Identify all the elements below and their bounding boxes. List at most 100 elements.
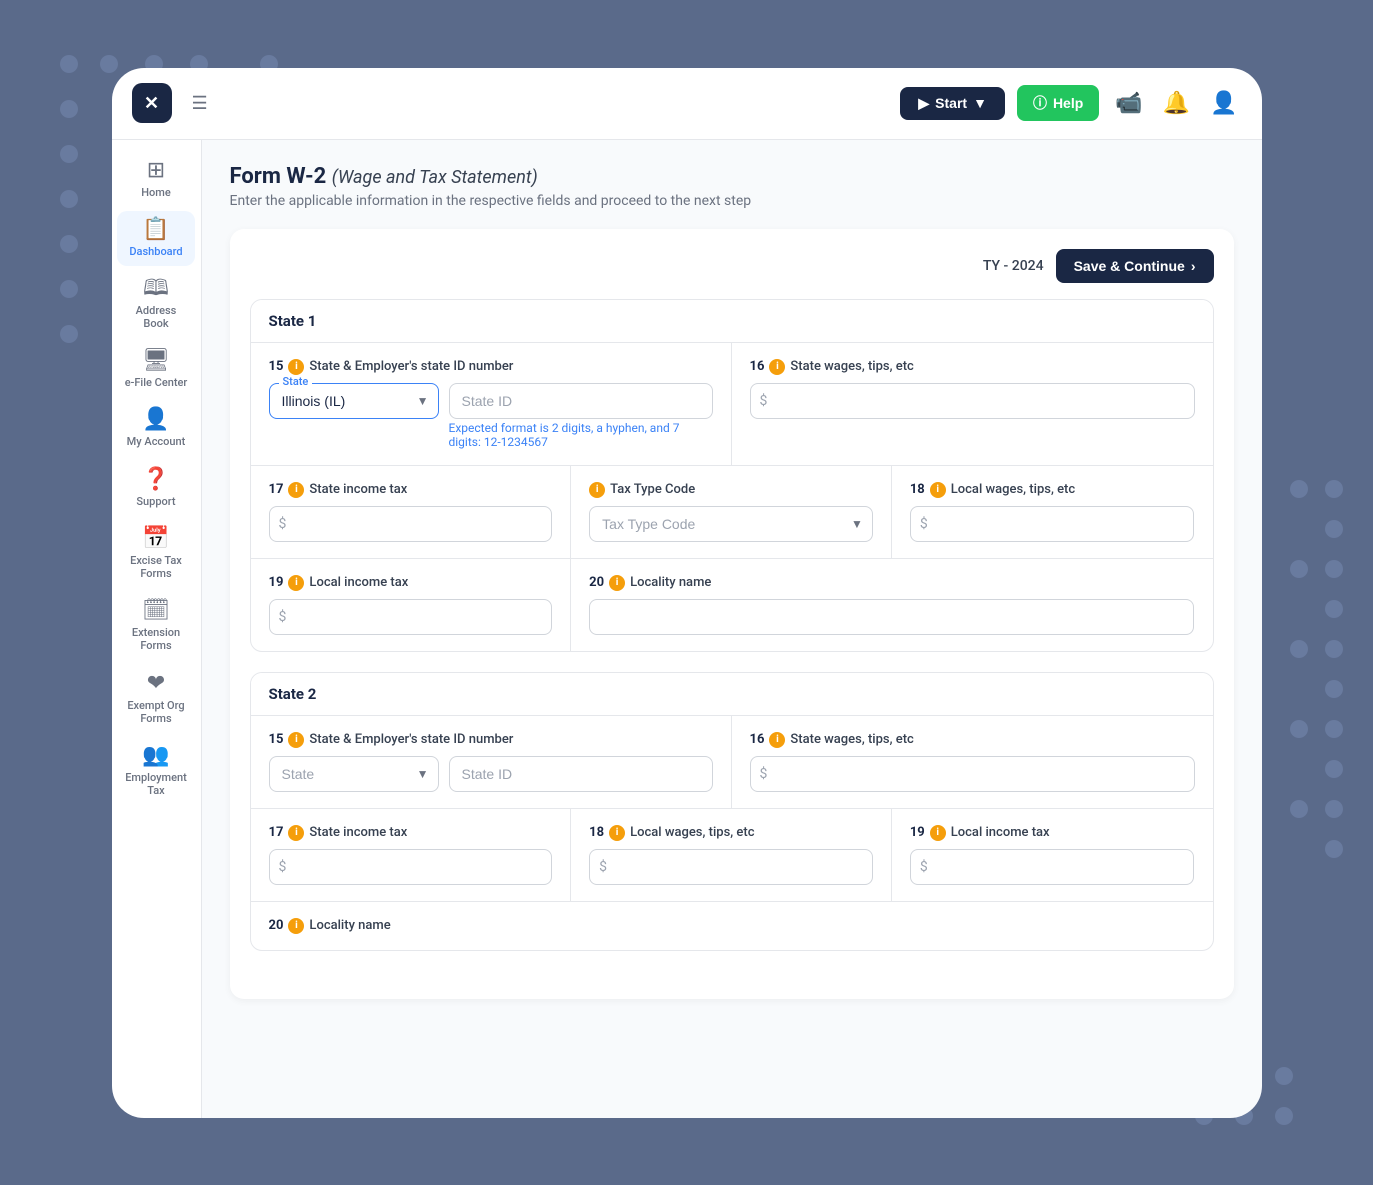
sidebar-item-home[interactable]: ⊞ Home bbox=[117, 152, 195, 207]
start-button[interactable]: ▶ Start ▼ bbox=[900, 87, 1005, 120]
save-continue-button[interactable]: Save & Continue › bbox=[1056, 249, 1214, 283]
sidebar-item-exempt-org[interactable]: ❤ Exempt Org Forms bbox=[117, 665, 195, 733]
menu-toggle-icon[interactable]: ☰ bbox=[192, 93, 208, 114]
sidebar-item-my-account[interactable]: 👤 My Account bbox=[117, 401, 195, 456]
state2-box18-input-wrap: $ bbox=[589, 849, 873, 885]
sidebar: ⊞ Home 📋 Dashboard 🕮 Address Book 🖥 e-Fi… bbox=[112, 140, 202, 1118]
exempt-org-icon: ❤ bbox=[147, 673, 165, 695]
ty-label: TY - 2024 bbox=[983, 258, 1044, 274]
state1-state-select-wrap: State Illinois (IL) Alabama (AL) Califor… bbox=[269, 383, 439, 419]
logo[interactable]: ✕ bbox=[132, 83, 172, 123]
state1-header: State 1 bbox=[251, 300, 1213, 343]
state2-box18-input[interactable] bbox=[589, 849, 873, 885]
state1-box17-info-icon[interactable]: i bbox=[288, 482, 304, 498]
state1-tax-type: i Tax Type Code Tax Type Code Option A O… bbox=[571, 466, 892, 558]
profile-icon[interactable]: 👤 bbox=[1206, 87, 1241, 120]
state2-box17-info-icon[interactable]: i bbox=[288, 825, 304, 841]
state1-box15-label: 15 i State & Employer's state ID number bbox=[269, 359, 713, 375]
state2-section: State 2 15 i State & Employer's state ID… bbox=[250, 672, 1214, 951]
state2-box16-input-wrap: $ bbox=[750, 756, 1195, 792]
state2-box15-info-icon[interactable]: i bbox=[288, 732, 304, 748]
state1-box20-info-icon[interactable]: i bbox=[609, 575, 625, 591]
state2-box16: 16 i State wages, tips, etc $ bbox=[732, 716, 1213, 808]
state2-box19-label: 19 i Local income tax bbox=[910, 825, 1195, 841]
state1-box20-label: 20 i Locality name bbox=[589, 575, 1194, 591]
state1-tax-type-select[interactable]: Tax Type Code Option A Option B bbox=[589, 506, 873, 542]
state1-box16-input-wrap: $ bbox=[750, 383, 1195, 419]
state1-box15-info-icon[interactable]: i bbox=[288, 359, 304, 375]
video-icon[interactable]: 📹 bbox=[1111, 87, 1146, 120]
state1-hint-text: Expected format is 2 digits, a hyphen, a… bbox=[449, 421, 713, 449]
notification-icon[interactable]: 🔔 bbox=[1159, 87, 1194, 120]
state1-box18-input[interactable] bbox=[910, 506, 1195, 542]
state2-box18-info-icon[interactable]: i bbox=[609, 825, 625, 841]
state2-header: State 2 bbox=[251, 673, 1213, 716]
state2-box17: 17 i State income tax $ bbox=[251, 809, 572, 901]
extension-forms-icon: 🗓 bbox=[142, 600, 170, 622]
state1-box18-input-wrap: $ bbox=[910, 506, 1195, 542]
state2-box16-input[interactable] bbox=[750, 756, 1195, 792]
sidebar-item-efile-center[interactable]: 🖥 e-File Center bbox=[117, 342, 195, 397]
state1-box17-label: 17 i State income tax bbox=[269, 482, 553, 498]
efile-center-icon: 🖥 bbox=[142, 350, 170, 372]
state2-box16-dollar-icon: $ bbox=[760, 766, 768, 782]
state1-section: State 1 15 i State & Employer's state ID… bbox=[250, 299, 1214, 652]
state1-tax-type-info-icon[interactable]: i bbox=[589, 482, 605, 498]
state1-state-id-input[interactable] bbox=[449, 383, 713, 419]
state2-box19-dollar-icon: $ bbox=[920, 859, 928, 875]
dropdown-arrow-icon: ▼ bbox=[973, 95, 987, 111]
state1-box18-info-icon[interactable]: i bbox=[930, 482, 946, 498]
help-button[interactable]: ⓘ Help bbox=[1017, 85, 1099, 121]
page-description: Enter the applicable information in the … bbox=[230, 193, 1234, 209]
state1-box16-label: 16 i State wages, tips, etc bbox=[750, 359, 1195, 375]
state1-box16-info-icon[interactable]: i bbox=[769, 359, 785, 375]
state1-box16-input[interactable] bbox=[750, 383, 1195, 419]
state1-box18-dollar-icon: $ bbox=[920, 516, 928, 532]
state2-state-id-input[interactable] bbox=[449, 756, 713, 792]
sidebar-item-dashboard[interactable]: 📋 Dashboard bbox=[117, 211, 195, 266]
sidebar-item-extension-forms[interactable]: 🗓 Extension Forms bbox=[117, 592, 195, 660]
state1-box19-input[interactable] bbox=[269, 599, 553, 635]
sidebar-item-employment-tax[interactable]: 👥 Employment Tax bbox=[117, 737, 195, 805]
state2-box17-input[interactable] bbox=[269, 849, 553, 885]
ty-row: TY - 2024 Save & Continue › bbox=[250, 249, 1214, 283]
sidebar-item-address-book[interactable]: 🕮 Address Book bbox=[117, 270, 195, 338]
state2-box20-label: 20 i Locality name bbox=[269, 918, 1195, 934]
state1-box18-label: 18 i Local wages, tips, etc bbox=[910, 482, 1195, 498]
arrow-right-icon: › bbox=[1191, 258, 1196, 274]
state1-box17-input-wrap: $ bbox=[269, 506, 553, 542]
state1-state-select[interactable]: Illinois (IL) Alabama (AL) California (C… bbox=[269, 383, 439, 419]
state1-tax-type-select-wrap: Tax Type Code Option A Option B ▼ bbox=[589, 506, 873, 542]
state2-box19-input[interactable] bbox=[910, 849, 1195, 885]
state2-state-select[interactable]: State Illinois (IL) California (CA) New … bbox=[269, 756, 439, 792]
help-icon: ⓘ bbox=[1033, 93, 1047, 113]
state2-box16-info-icon[interactable]: i bbox=[769, 732, 785, 748]
state1-box17-input[interactable] bbox=[269, 506, 553, 542]
form-card: TY - 2024 Save & Continue › State 1 15 bbox=[230, 229, 1234, 999]
dashboard-icon: 📋 bbox=[142, 219, 169, 241]
content-area: Form W-2 (Wage and Tax Statement) Enter … bbox=[202, 140, 1262, 1118]
home-icon: ⊞ bbox=[147, 160, 165, 182]
address-book-icon: 🕮 bbox=[143, 278, 169, 300]
state2-box15: 15 i State & Employer's state ID number … bbox=[251, 716, 732, 808]
state2-box19-info-icon[interactable]: i bbox=[930, 825, 946, 841]
sidebar-item-support[interactable]: ❓ Support bbox=[117, 461, 195, 516]
state1-box20-input[interactable] bbox=[589, 599, 1194, 635]
state1-box19-info-icon[interactable]: i bbox=[288, 575, 304, 591]
top-bar: ✕ ☰ ▶ Start ▼ ⓘ Help 📹 🔔 👤 bbox=[112, 68, 1262, 140]
state2-box17-input-wrap: $ bbox=[269, 849, 553, 885]
state1-box19-label: 19 i Local income tax bbox=[269, 575, 553, 591]
my-account-icon: 👤 bbox=[142, 409, 169, 431]
state2-box15-label: 15 i State & Employer's state ID number bbox=[269, 732, 713, 748]
state1-box20: 20 i Locality name bbox=[571, 559, 1212, 651]
state2-box17-dollar-icon: $ bbox=[279, 859, 287, 875]
main-layout: ⊞ Home 📋 Dashboard 🕮 Address Book 🖥 e-Fi… bbox=[112, 140, 1262, 1118]
sidebar-item-excise-tax[interactable]: 📅 Excise Tax Forms bbox=[117, 520, 195, 588]
state2-box20: 20 i Locality name bbox=[251, 902, 1213, 950]
support-icon: ❓ bbox=[142, 469, 169, 491]
state2-box19: 19 i Local income tax $ bbox=[892, 809, 1213, 901]
state2-box20-info-icon[interactable]: i bbox=[288, 918, 304, 934]
state1-box16: 16 i State wages, tips, etc $ bbox=[732, 343, 1213, 465]
state1-tax-type-label: i Tax Type Code bbox=[589, 482, 873, 498]
state1-box16-dollar-icon: $ bbox=[760, 393, 768, 409]
